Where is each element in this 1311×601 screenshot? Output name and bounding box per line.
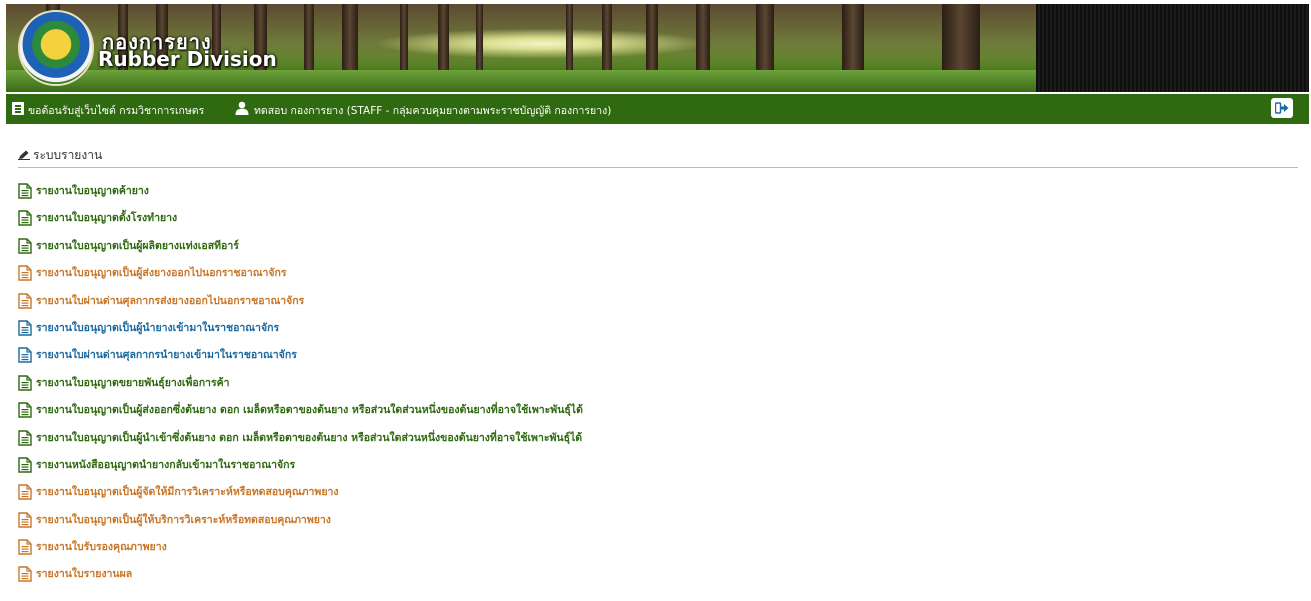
user-name: ทดสอบ กองการยาง (STAFF - กลุ่มควบคุมยางต…	[254, 105, 612, 117]
document-icon	[18, 320, 32, 336]
report-link[interactable]: รายงานใบอนุญาตค้ายาง	[18, 183, 583, 210]
report-link-label: รายงานใบรับรองคุณภาพยาง	[36, 541, 167, 554]
report-link[interactable]: รายงานใบผ่านด่านศุลกากรส่งยางออกไปนอกราช…	[18, 292, 583, 320]
report-link[interactable]: รายงานใบรับรองคุณภาพยาง	[18, 539, 583, 566]
document-icon	[18, 292, 32, 309]
document-icon	[18, 457, 32, 473]
document-icon	[18, 484, 32, 500]
report-link-label: รายงานใบอนุญาตตั้งโรงทำยาง	[36, 212, 178, 225]
report-link[interactable]: รายงานหนังสืออนุญาตนำยางกลับเข้ามาในราชอ…	[18, 457, 583, 484]
list-icon[interactable]	[12, 102, 24, 115]
document-icon	[18, 511, 32, 528]
department-logo	[18, 10, 94, 86]
report-link[interactable]: รายงานใบอนุญาตเป็นผู้ผลิตยางแท่งเอสทีอาร…	[18, 238, 583, 265]
document-icon	[18, 566, 32, 583]
report-link-label: รายงานหนังสืออนุญาตนำยางกลับเข้ามาในราชอ…	[36, 458, 296, 471]
report-link[interactable]: รายงานใบอนุญาตขยายพันธุ์ยางเพื่อการค้า	[18, 375, 583, 402]
panel-divider	[18, 167, 1298, 168]
header-banner: กองการยาง Rubber Division	[6, 4, 1309, 92]
report-link-label: รายงานใบอนุญาตเป็นผู้ให้บริการวิเคราะห์ห…	[36, 513, 331, 526]
brand-title-english: Rubber Division	[98, 47, 277, 71]
logout-button[interactable]	[1271, 98, 1293, 118]
welcome-text: ขอต้อนรับสู่เว็บไซต์ กรมวิชาการเกษตร	[28, 105, 205, 117]
document-icon	[18, 238, 32, 254]
document-icon	[18, 183, 32, 199]
logout-icon	[1275, 102, 1289, 114]
document-icon	[18, 375, 32, 391]
report-link-label: รายงานใบอนุญาตเป็นผู้นำเข้าซึ่งต้นยาง ดอ…	[36, 431, 583, 444]
report-link[interactable]: รายงานใบอนุญาตตั้งโรงทำยาง	[18, 210, 583, 237]
report-link-label: รายงานใบอนุญาตเป็นผู้ส่งยางออกไปนอกราชอา…	[36, 267, 287, 280]
report-link-label: รายงานใบอนุญาตเป็นผู้ส่งออกซึ่งต้นยาง ดอ…	[36, 404, 583, 417]
report-link[interactable]: รายงานใบอนุญาตเป็นผู้ให้บริการวิเคราะห์ห…	[18, 511, 583, 539]
report-link[interactable]: รายงานใบอนุญาตเป็นผู้นำยางเข้ามาในราชอาณ…	[18, 320, 583, 347]
report-link[interactable]: รายงานใบอนุญาตเป็นผู้ส่งยางออกไปนอกราชอา…	[18, 265, 583, 292]
report-link-label: รายงานใบอนุญาตเป็นผู้จัดให้มีการวิเคราะห…	[36, 486, 339, 499]
report-link-label: รายงานใบผ่านด่านศุลกากรนำยางเข้ามาในราชอ…	[36, 349, 297, 362]
document-icon	[18, 265, 32, 281]
pencil-icon	[18, 150, 30, 160]
report-link[interactable]: รายงานใบผ่านด่านศุลกากรนำยางเข้ามาในราชอ…	[18, 347, 583, 374]
banner-dark-area	[1036, 4, 1309, 92]
user-icon	[235, 101, 249, 115]
document-icon	[18, 210, 32, 227]
panel-title: ระบบรายงาน	[33, 148, 103, 162]
document-icon	[18, 347, 32, 364]
report-link-label: รายงานใบอนุญาตค้ายาง	[36, 185, 149, 197]
report-link-label: รายงานใบอนุญาตขยายพันธุ์ยางเพื่อการค้า	[36, 376, 230, 389]
document-icon	[18, 402, 32, 418]
report-link-label: รายงานใบอนุญาตเป็นผู้ผลิตยางแท่งเอสทีอาร…	[36, 239, 239, 252]
panel-heading: ระบบรายงาน	[18, 146, 102, 165]
document-icon	[18, 429, 32, 446]
report-link[interactable]: รายงานใบรายงานผล	[18, 566, 583, 593]
report-link[interactable]: รายงานใบอนุญาตเป็นผู้นำเข้าซึ่งต้นยาง ดอ…	[18, 429, 583, 457]
report-link[interactable]: รายงานใบอนุญาตเป็นผู้จัดให้มีการวิเคราะห…	[18, 484, 583, 511]
document-icon	[18, 539, 32, 555]
report-list: รายงานใบอนุญาตค้ายางรายงานใบอนุญาตตั้งโร…	[18, 183, 583, 594]
report-link-label: รายงานใบผ่านด่านศุลกากรส่งยางออกไปนอกราช…	[36, 294, 305, 307]
user-bar: ขอต้อนรับสู่เว็บไซต์ กรมวิชาการเกษตร ทดส…	[6, 94, 1309, 124]
report-link-label: รายงานใบอนุญาตเป็นผู้นำยางเข้ามาในราชอาณ…	[36, 321, 280, 334]
report-link[interactable]: รายงานใบอนุญาตเป็นผู้ส่งออกซึ่งต้นยาง ดอ…	[18, 402, 583, 429]
report-link-label: รายงานใบรายงานผล	[36, 568, 133, 581]
